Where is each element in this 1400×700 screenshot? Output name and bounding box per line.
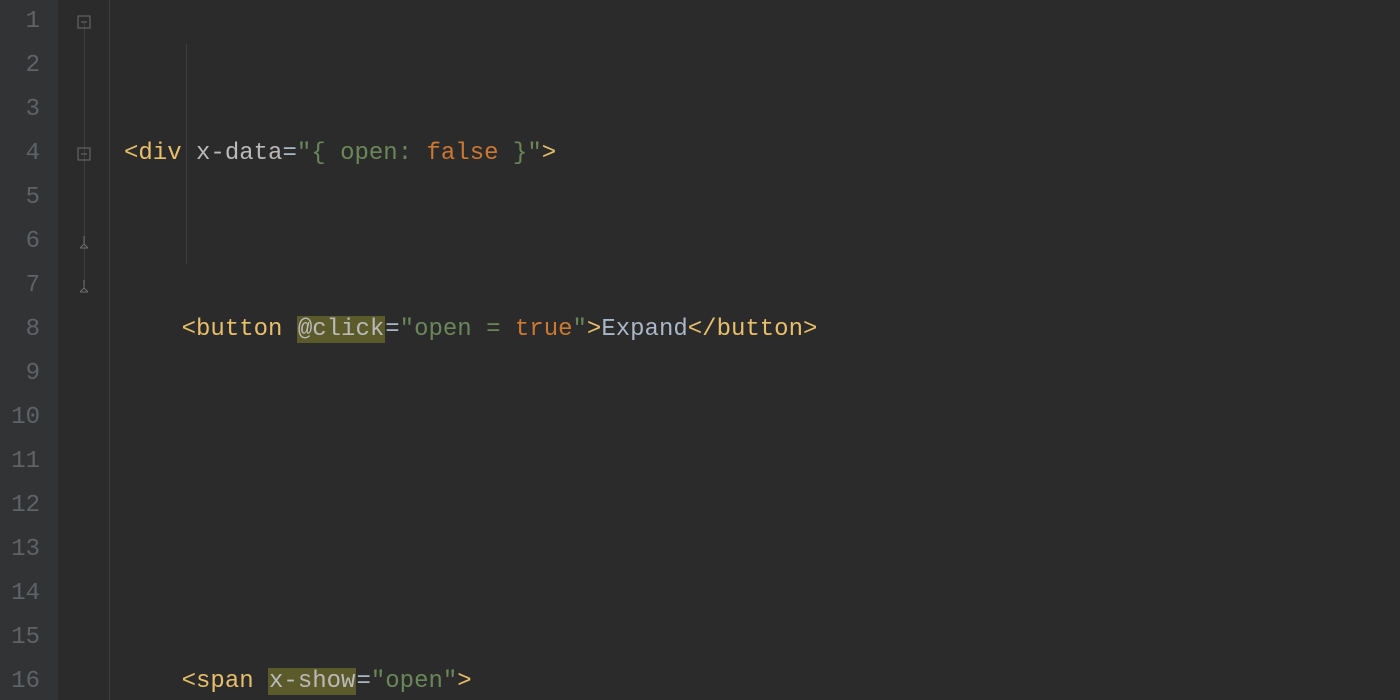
line-number: 2 bbox=[0, 44, 40, 88]
tag-name: span bbox=[196, 668, 254, 695]
code-editor[interactable]: 1 2 3 4 5 6 7 8 9 10 11 12 13 14 15 16 bbox=[0, 0, 1400, 700]
tag-name: button bbox=[196, 316, 282, 343]
code-line[interactable]: <button @click="open = true">Expand</but… bbox=[124, 308, 1400, 352]
fold-collapse-icon[interactable] bbox=[76, 14, 92, 30]
angle-bracket: < bbox=[124, 140, 138, 167]
line-number: 14 bbox=[0, 572, 40, 616]
line-number: 15 bbox=[0, 616, 40, 660]
line-number: 6 bbox=[0, 220, 40, 264]
line-number: 11 bbox=[0, 440, 40, 484]
code-line[interactable]: <span x-show="open"> bbox=[124, 660, 1400, 700]
line-number: 10 bbox=[0, 396, 40, 440]
line-number: 7 bbox=[0, 264, 40, 308]
code-line[interactable]: <div x-data="{ open: false }"> bbox=[124, 132, 1400, 176]
fold-gutter bbox=[58, 0, 110, 700]
attr-name: x-data bbox=[196, 140, 282, 167]
line-number: 12 bbox=[0, 484, 40, 528]
line-number: 1 bbox=[0, 0, 40, 44]
text-content: Expand bbox=[601, 316, 687, 343]
line-number: 13 bbox=[0, 528, 40, 572]
line-number-gutter: 1 2 3 4 5 6 7 8 9 10 11 12 13 14 15 16 bbox=[0, 0, 58, 700]
tag-name: div bbox=[138, 140, 181, 167]
fold-end-icon bbox=[76, 278, 92, 294]
line-number: 5 bbox=[0, 176, 40, 220]
fold-collapse-icon[interactable] bbox=[76, 146, 92, 162]
line-number: 4 bbox=[0, 132, 40, 176]
code-line[interactable] bbox=[124, 484, 1400, 528]
line-number: 16 bbox=[0, 660, 40, 700]
fold-end-icon bbox=[76, 234, 92, 250]
attr-name-highlighted: x-show bbox=[268, 668, 356, 695]
line-number: 3 bbox=[0, 88, 40, 132]
attr-name-highlighted: @click bbox=[297, 316, 385, 343]
line-number: 9 bbox=[0, 352, 40, 396]
line-number: 8 bbox=[0, 308, 40, 352]
code-area[interactable]: <div x-data="{ open: false }"> <button @… bbox=[110, 0, 1400, 700]
